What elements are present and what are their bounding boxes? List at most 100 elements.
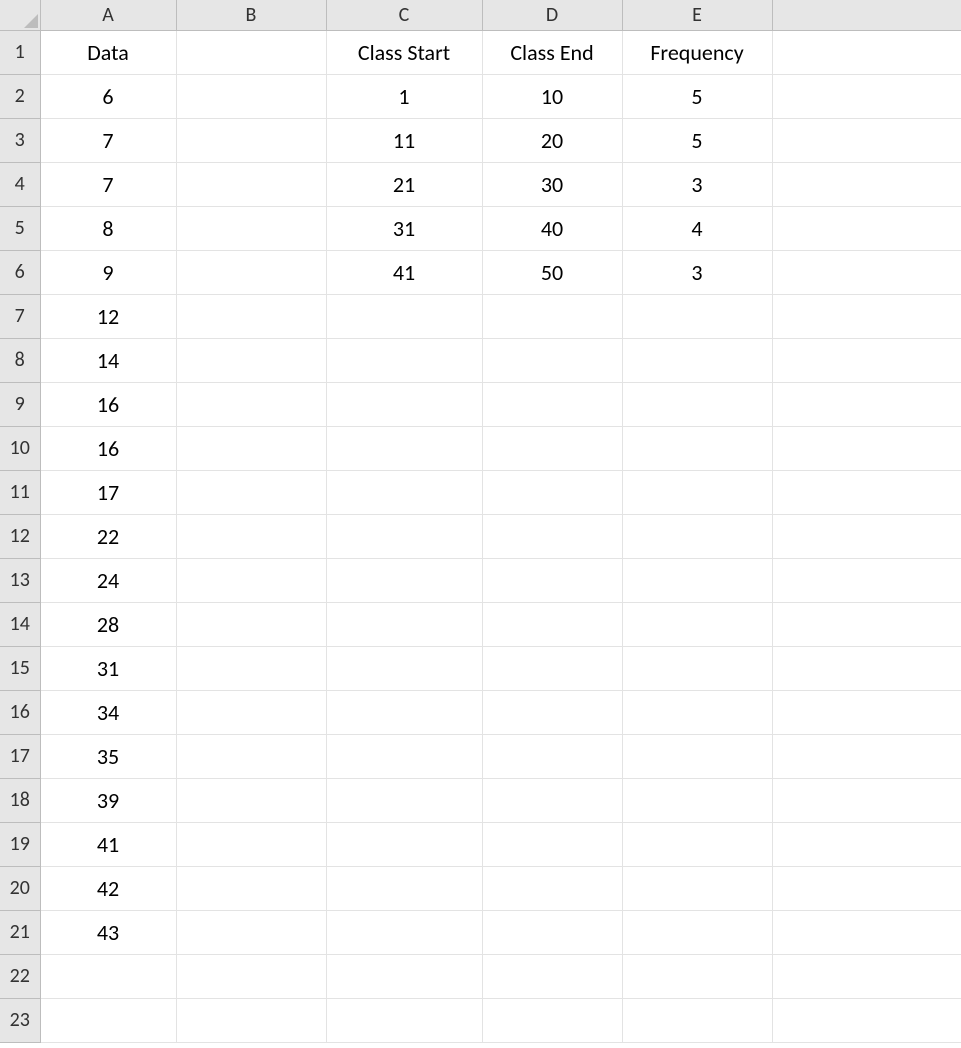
cell-C18[interactable] bbox=[326, 778, 482, 822]
cell-F13[interactable] bbox=[772, 558, 961, 602]
cell-C4[interactable]: 21 bbox=[326, 162, 482, 206]
cell-A4[interactable]: 7 bbox=[40, 162, 176, 206]
cell-F16[interactable] bbox=[772, 690, 961, 734]
cell-A9[interactable]: 16 bbox=[40, 382, 176, 426]
cell-B5[interactable] bbox=[176, 206, 326, 250]
cell-E16[interactable] bbox=[622, 690, 772, 734]
cell-E18[interactable] bbox=[622, 778, 772, 822]
cell-F18[interactable] bbox=[772, 778, 961, 822]
cell-B16[interactable] bbox=[176, 690, 326, 734]
cell-D6[interactable]: 50 bbox=[482, 250, 622, 294]
row-header-17[interactable]: 17 bbox=[0, 734, 40, 778]
cell-A18[interactable]: 39 bbox=[40, 778, 176, 822]
cell-A19[interactable]: 41 bbox=[40, 822, 176, 866]
cell-B20[interactable] bbox=[176, 866, 326, 910]
cell-C13[interactable] bbox=[326, 558, 482, 602]
cell-F2[interactable] bbox=[772, 74, 961, 118]
cell-E8[interactable] bbox=[622, 338, 772, 382]
cell-D17[interactable] bbox=[482, 734, 622, 778]
cell-E12[interactable] bbox=[622, 514, 772, 558]
cell-F10[interactable] bbox=[772, 426, 961, 470]
cell-D4[interactable]: 30 bbox=[482, 162, 622, 206]
row-header-12[interactable]: 12 bbox=[0, 514, 40, 558]
cell-E15[interactable] bbox=[622, 646, 772, 690]
cell-C22[interactable] bbox=[326, 954, 482, 998]
cell-C1[interactable]: Class Start bbox=[326, 30, 482, 74]
cell-F3[interactable] bbox=[772, 118, 961, 162]
cell-D3[interactable]: 20 bbox=[482, 118, 622, 162]
row-header-11[interactable]: 11 bbox=[0, 470, 40, 514]
select-all-corner[interactable] bbox=[0, 0, 40, 30]
row-header-7[interactable]: 7 bbox=[0, 294, 40, 338]
cell-A12[interactable]: 22 bbox=[40, 514, 176, 558]
col-header-E[interactable]: E bbox=[622, 0, 772, 30]
cell-D14[interactable] bbox=[482, 602, 622, 646]
cell-E22[interactable] bbox=[622, 954, 772, 998]
row-header-14[interactable]: 14 bbox=[0, 602, 40, 646]
row-header-6[interactable]: 6 bbox=[0, 250, 40, 294]
cell-D11[interactable] bbox=[482, 470, 622, 514]
cell-C17[interactable] bbox=[326, 734, 482, 778]
cell-B10[interactable] bbox=[176, 426, 326, 470]
cell-E14[interactable] bbox=[622, 602, 772, 646]
cell-E2[interactable]: 5 bbox=[622, 74, 772, 118]
cell-B3[interactable] bbox=[176, 118, 326, 162]
col-header-B[interactable]: B bbox=[176, 0, 326, 30]
row-header-20[interactable]: 20 bbox=[0, 866, 40, 910]
cell-B13[interactable] bbox=[176, 558, 326, 602]
row-header-1[interactable]: 1 bbox=[0, 30, 40, 74]
cell-D20[interactable] bbox=[482, 866, 622, 910]
cell-D23[interactable] bbox=[482, 998, 622, 1042]
cell-C8[interactable] bbox=[326, 338, 482, 382]
cell-F15[interactable] bbox=[772, 646, 961, 690]
cell-A21[interactable]: 43 bbox=[40, 910, 176, 954]
cell-A1[interactable]: Data bbox=[40, 30, 176, 74]
cell-C15[interactable] bbox=[326, 646, 482, 690]
cell-A11[interactable]: 17 bbox=[40, 470, 176, 514]
cell-F11[interactable] bbox=[772, 470, 961, 514]
cell-B12[interactable] bbox=[176, 514, 326, 558]
cell-A14[interactable]: 28 bbox=[40, 602, 176, 646]
cell-D13[interactable] bbox=[482, 558, 622, 602]
cell-E17[interactable] bbox=[622, 734, 772, 778]
cell-C16[interactable] bbox=[326, 690, 482, 734]
cell-D5[interactable]: 40 bbox=[482, 206, 622, 250]
cell-E20[interactable] bbox=[622, 866, 772, 910]
cell-B23[interactable] bbox=[176, 998, 326, 1042]
cell-E4[interactable]: 3 bbox=[622, 162, 772, 206]
cell-F8[interactable] bbox=[772, 338, 961, 382]
cell-D2[interactable]: 10 bbox=[482, 74, 622, 118]
cell-A23[interactable] bbox=[40, 998, 176, 1042]
cell-B4[interactable] bbox=[176, 162, 326, 206]
cell-B21[interactable] bbox=[176, 910, 326, 954]
cell-A16[interactable]: 34 bbox=[40, 690, 176, 734]
cell-A17[interactable]: 35 bbox=[40, 734, 176, 778]
cell-C7[interactable] bbox=[326, 294, 482, 338]
cell-C5[interactable]: 31 bbox=[326, 206, 482, 250]
cell-D22[interactable] bbox=[482, 954, 622, 998]
cell-E10[interactable] bbox=[622, 426, 772, 470]
cell-F22[interactable] bbox=[772, 954, 961, 998]
cell-D21[interactable] bbox=[482, 910, 622, 954]
cell-E3[interactable]: 5 bbox=[622, 118, 772, 162]
cell-A13[interactable]: 24 bbox=[40, 558, 176, 602]
cell-C19[interactable] bbox=[326, 822, 482, 866]
cell-B15[interactable] bbox=[176, 646, 326, 690]
cell-E21[interactable] bbox=[622, 910, 772, 954]
cell-F14[interactable] bbox=[772, 602, 961, 646]
cell-E5[interactable]: 4 bbox=[622, 206, 772, 250]
cell-E1[interactable]: Frequency bbox=[622, 30, 772, 74]
row-header-2[interactable]: 2 bbox=[0, 74, 40, 118]
cell-C21[interactable] bbox=[326, 910, 482, 954]
cell-D15[interactable] bbox=[482, 646, 622, 690]
cell-F23[interactable] bbox=[772, 998, 961, 1042]
spreadsheet-grid[interactable]: A B C D E 1 Data Class Start Class End F… bbox=[0, 0, 961, 1043]
cell-D8[interactable] bbox=[482, 338, 622, 382]
row-header-16[interactable]: 16 bbox=[0, 690, 40, 734]
col-header-D[interactable]: D bbox=[482, 0, 622, 30]
cell-F7[interactable] bbox=[772, 294, 961, 338]
cell-F12[interactable] bbox=[772, 514, 961, 558]
cell-E13[interactable] bbox=[622, 558, 772, 602]
cell-B7[interactable] bbox=[176, 294, 326, 338]
cell-C10[interactable] bbox=[326, 426, 482, 470]
